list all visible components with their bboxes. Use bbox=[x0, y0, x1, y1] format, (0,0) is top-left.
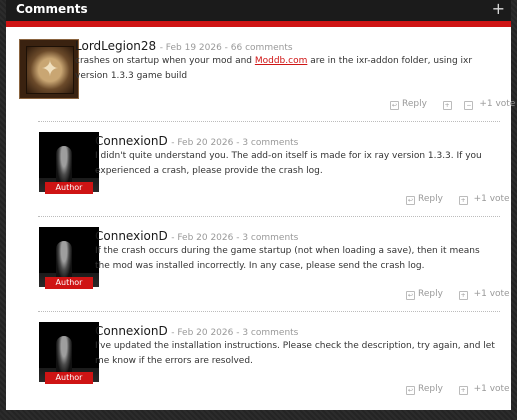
vote-up-icon[interactable]: + bbox=[458, 386, 468, 395]
comment-date: - Feb 20 2026 - 3 comments bbox=[171, 138, 299, 148]
author-badge: Author bbox=[45, 372, 93, 384]
author-badge: Author bbox=[45, 182, 93, 194]
vote-count: +1 vote bbox=[479, 99, 516, 109]
username[interactable]: ConnexionD bbox=[95, 229, 168, 243]
comment-date: - Feb 20 2026 - 3 comments bbox=[171, 328, 299, 338]
vote-up-icon[interactable]: + bbox=[458, 291, 468, 300]
reply-label: Reply bbox=[402, 99, 427, 109]
comments-header: Comments + bbox=[6, 0, 511, 21]
comment-actions: ↩ Reply + − +1 vote bbox=[390, 99, 515, 110]
username[interactable]: ConnexionD bbox=[95, 324, 168, 338]
vote-down-icon[interactable]: − bbox=[464, 101, 474, 110]
comments-title: Comments bbox=[16, 2, 88, 16]
comment-meta: ConnexionD - Feb 20 2026 - 3 comments bbox=[95, 229, 298, 243]
comment-meta: ConnexionD - Feb 20 2026 - 3 comments bbox=[95, 134, 298, 148]
plus-icon[interactable]: + bbox=[492, 0, 505, 19]
reply-label: Reply bbox=[418, 384, 443, 394]
vote-count: +1 vote bbox=[473, 384, 510, 394]
vote-up-icon[interactable]: + bbox=[442, 101, 452, 110]
vote-count: +1 vote bbox=[473, 194, 510, 204]
comment-body: If the crash occurs during the game star… bbox=[95, 246, 480, 271]
comment-actions: ↩ Reply + +1 vote bbox=[406, 194, 510, 205]
reply-icon: ↩ bbox=[390, 101, 399, 110]
moddb-link[interactable]: Moddb.com bbox=[255, 56, 308, 66]
avatar[interactable]: ✦ bbox=[19, 39, 79, 99]
reply-icon: ↩ bbox=[406, 291, 415, 300]
comment-date: - Feb 20 2026 - 3 comments bbox=[171, 233, 299, 243]
comment-body: I've updated the installation instructio… bbox=[95, 341, 495, 366]
username[interactable]: LordLegion28 bbox=[75, 39, 156, 53]
header-accent-bar bbox=[6, 21, 511, 27]
reply-button[interactable]: ↩ Reply bbox=[406, 384, 443, 395]
comment-date: - Feb 19 2026 - 66 comments bbox=[159, 43, 293, 53]
reply-button[interactable]: ↩ Reply bbox=[390, 99, 427, 110]
comment-actions: ↩ Reply + +1 vote bbox=[406, 384, 510, 395]
comment-meta: LordLegion28 - Feb 19 2026 - 66 comments bbox=[75, 39, 293, 53]
reply-icon: ↩ bbox=[406, 196, 415, 205]
reply-button[interactable]: ↩ Reply bbox=[406, 289, 443, 300]
logo-icon: ✦ bbox=[26, 46, 74, 94]
reply-button[interactable]: ↩ Reply bbox=[406, 194, 443, 205]
comment-body: I didn't quite understand you. The add-o… bbox=[95, 151, 482, 176]
divider bbox=[38, 121, 500, 122]
comment-body: crashes on startup when your mod and Mod… bbox=[75, 54, 500, 84]
reply-label: Reply bbox=[418, 289, 443, 299]
reply-icon: ↩ bbox=[406, 386, 415, 395]
reply-label: Reply bbox=[418, 194, 443, 204]
comment-actions: ↩ Reply + +1 vote bbox=[406, 289, 510, 300]
comment-text: crashes on startup when your mod and bbox=[75, 56, 255, 66]
comment-meta: ConnexionD - Feb 20 2026 - 3 comments bbox=[95, 324, 298, 338]
divider bbox=[38, 311, 500, 312]
username[interactable]: ConnexionD bbox=[95, 134, 168, 148]
divider bbox=[38, 216, 500, 217]
vote-count: +1 vote bbox=[473, 289, 510, 299]
vote-up-icon[interactable]: + bbox=[458, 196, 468, 205]
author-badge: Author bbox=[45, 277, 93, 289]
